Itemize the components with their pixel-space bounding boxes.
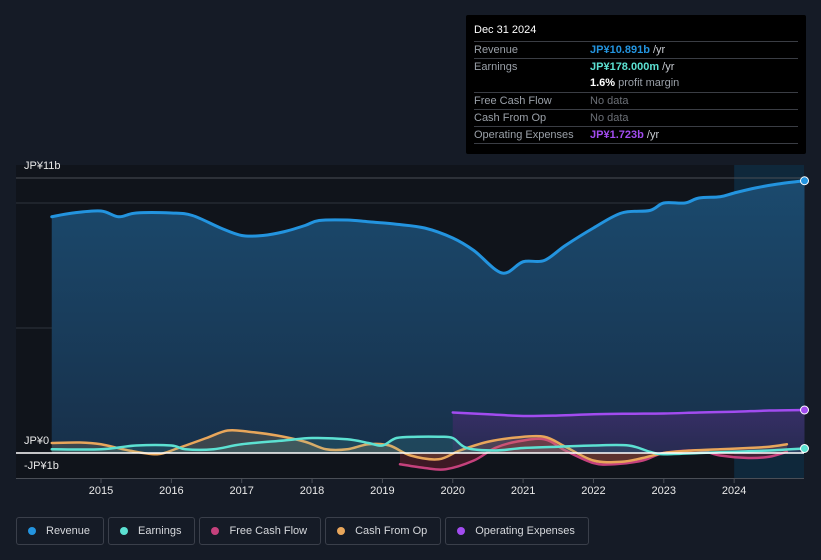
x-tick-label: 2015 (88, 485, 114, 497)
x-tick-label: 2020 (440, 485, 465, 497)
tooltip-row-label: Revenue (474, 44, 519, 56)
legend-label: Earnings (138, 525, 182, 537)
y-label-bottom: -JP¥1b (24, 460, 59, 472)
tooltip-row-label: Cash From Op (474, 112, 547, 124)
tooltip-row-label: Free Cash Flow (474, 95, 552, 107)
x-tick-label: 2016 (159, 485, 184, 497)
tooltip-row: Earnings JP¥178.000m /yr (474, 58, 798, 76)
x-tick-label: 2023 (651, 485, 677, 497)
legend-item-revenue[interactable]: Revenue (16, 517, 105, 545)
tooltip-row-value: JP¥10.891b /yr (590, 44, 666, 56)
legend-label: Operating Expenses (475, 525, 575, 537)
tooltip-row-label: Operating Expenses (474, 129, 574, 141)
operating-expenses-end-marker (800, 405, 809, 415)
x-tick-label: 2021 (510, 485, 536, 497)
legend-label: Cash From Op (355, 525, 428, 537)
legend-label: Revenue (46, 525, 91, 537)
earnings-end-marker (800, 444, 809, 453)
tooltip-row: Cash From Op No data (474, 109, 798, 127)
legend-item-free-cash-flow[interactable]: Free Cash Flow (199, 517, 322, 545)
tooltip-row: Revenue JP¥10.891b /yr (474, 41, 798, 59)
legend-dot-icon (457, 527, 466, 535)
tooltip-date: Dec 31 2024 (474, 24, 537, 36)
tooltip-row-value: No data (590, 95, 629, 107)
y-label-top: JP¥11b (24, 160, 61, 172)
legend-dot-icon (211, 527, 220, 535)
tooltip-row-value: 1.6% profit margin (590, 77, 680, 89)
tooltip-row-value: JP¥178.000m /yr (590, 61, 675, 73)
tooltip-row-label: Earnings (474, 61, 518, 73)
legend-dot-icon (120, 527, 129, 535)
x-tick-label: 2019 (370, 485, 395, 497)
legend: Revenue Earnings Free Cash Flow Cash From O… (16, 517, 589, 545)
legend-item-cash-from-op[interactable]: Cash From Op (325, 517, 442, 545)
y-label-zero: JP¥0 (24, 435, 50, 447)
x-tick-label: 2018 (299, 485, 325, 497)
x-tick-label: 2024 (721, 485, 747, 497)
tooltip-row-value: JP¥1.723b /yr (590, 129, 660, 141)
x-tick-label: 2022 (581, 485, 606, 497)
tooltip-row: 1.6% profit margin (474, 75, 798, 92)
tooltip-row: Operating Expenses JP¥1.723b /yr (474, 126, 798, 144)
tooltip-row-value: No data (590, 112, 629, 124)
legend-dot-icon (28, 527, 36, 535)
legend-item-earnings[interactable]: Earnings (108, 517, 196, 545)
legend-dot-icon (337, 527, 346, 535)
tooltip-divider (474, 143, 798, 161)
legend-label: Free Cash Flow (229, 525, 308, 537)
legend-item-operating-expenses[interactable]: Operating Expenses (445, 517, 589, 545)
tooltip-row: Free Cash Flow No data (474, 92, 798, 110)
revenue-end-marker (800, 176, 809, 186)
tooltip-panel: Dec 31 2024 Revenue JP¥10.891b /yr Earning… (466, 15, 806, 154)
x-tick-label: 2017 (229, 485, 254, 497)
